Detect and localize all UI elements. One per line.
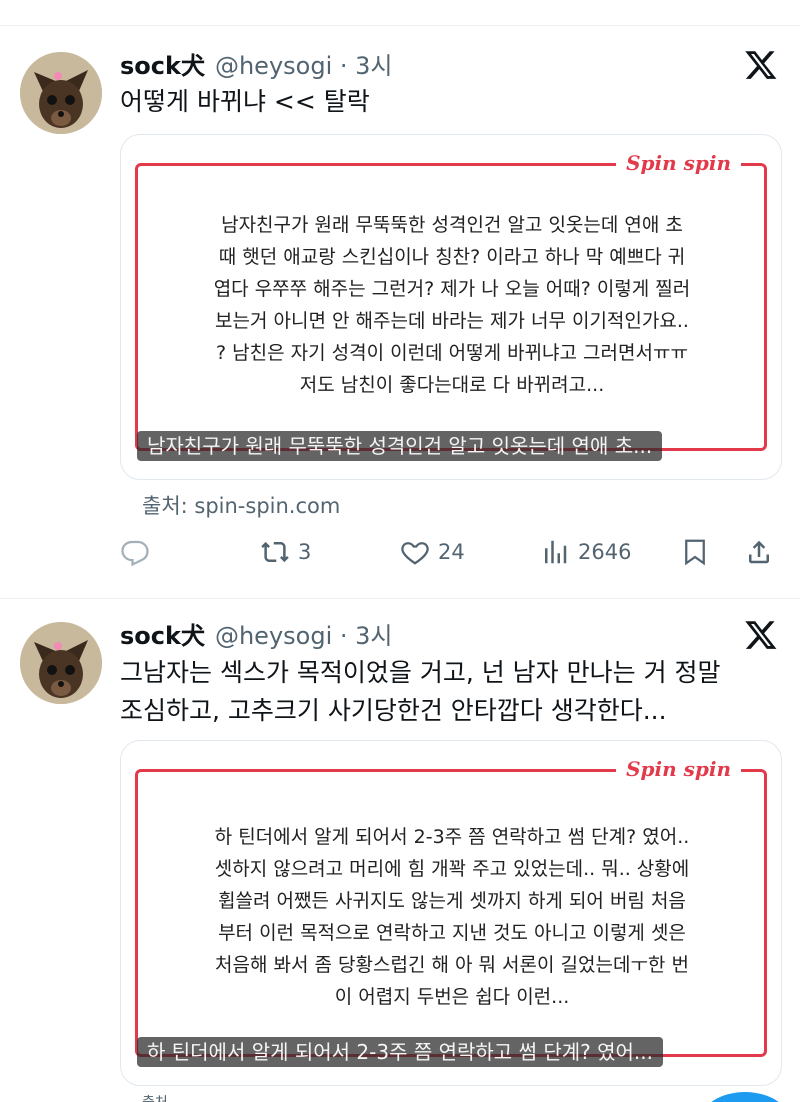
share-button[interactable] — [744, 532, 774, 572]
tweet-actions: 3 24 2646 — [120, 532, 780, 572]
tweet-text: 그남자는 섹스가 목적이었을 거고, 넌 남자 만나는 거 정말 조심하고, 고… — [120, 658, 721, 725]
chihuahua-avatar-image — [20, 52, 102, 134]
display-name[interactable]: sock犬 — [120, 616, 205, 651]
x-logo-icon[interactable] — [744, 48, 778, 82]
heart-icon — [401, 542, 429, 565]
card-source[interactable]: 출처: spin-spin.com — [142, 490, 340, 520]
views-icon — [545, 540, 567, 564]
compose-button[interactable] — [700, 1092, 790, 1102]
card-source[interactable]: 출처 — [142, 1092, 168, 1102]
tweet-text: 어떻게 바뀌냐 << 탈락 — [120, 87, 370, 116]
handle-time[interactable]: @heysogi · 3시 — [215, 616, 393, 651]
share-icon — [749, 540, 769, 564]
retweet-button[interactable]: 3 — [260, 532, 311, 572]
tweet-header: sock犬 @heysogi · 3시 — [120, 46, 392, 80]
spin-spin-logo: Spin spin — [616, 757, 741, 781]
card-text: 하 틴더에서 알게 되어서 2-3주 쯤 연락하고 썸 단계? 였어.. 셋하지… — [214, 826, 690, 1008]
like-count: 24 — [438, 540, 465, 564]
handle-time[interactable]: @heysogi · 3시 — [215, 46, 393, 81]
card-caption: 남자친구가 원래 무뚝뚝한 성격인건 알고 잇옷는데 연애 초... — [137, 431, 663, 461]
display-name[interactable]: sock犬 — [120, 46, 205, 81]
top-divider — [0, 0, 800, 26]
spin-spin-logo: Spin spin — [616, 151, 741, 175]
bookmark-icon — [685, 539, 705, 566]
chihuahua-avatar-image — [20, 622, 102, 704]
card-text: 남자친구가 원래 무뚝뚝한 성격인건 알고 잇옷는데 연애 초 때 햇던 애교랑… — [213, 214, 691, 396]
reply-button[interactable] — [120, 532, 150, 572]
card-caption: 하 틴더에서 알게 되어서 2-3주 쯤 연락하고 썸 단계? 였어... — [137, 1037, 663, 1067]
link-card[interactable]: Spin spin 하 틴더에서 알게 되어서 2-3주 쯤 연락하고 썸 단계… — [120, 740, 782, 1086]
views-button[interactable]: 2646 — [540, 532, 631, 572]
like-button[interactable]: 24 — [400, 532, 465, 572]
retweet-count: 3 — [298, 540, 312, 564]
avatar[interactable] — [20, 622, 102, 704]
bookmark-button[interactable] — [680, 532, 710, 572]
views-count: 2646 — [578, 540, 632, 564]
tweet-header: sock犬 @heysogi · 3시 — [120, 616, 392, 650]
avatar[interactable] — [20, 52, 102, 134]
retweet-icon — [261, 541, 289, 563]
tweet-divider — [0, 598, 800, 599]
link-card[interactable]: Spin spin 남자친구가 원래 무뚝뚝한 성격인건 알고 잇옷는데 연애 … — [120, 134, 782, 480]
reply-icon — [121, 540, 149, 567]
x-logo-icon[interactable] — [744, 618, 778, 652]
